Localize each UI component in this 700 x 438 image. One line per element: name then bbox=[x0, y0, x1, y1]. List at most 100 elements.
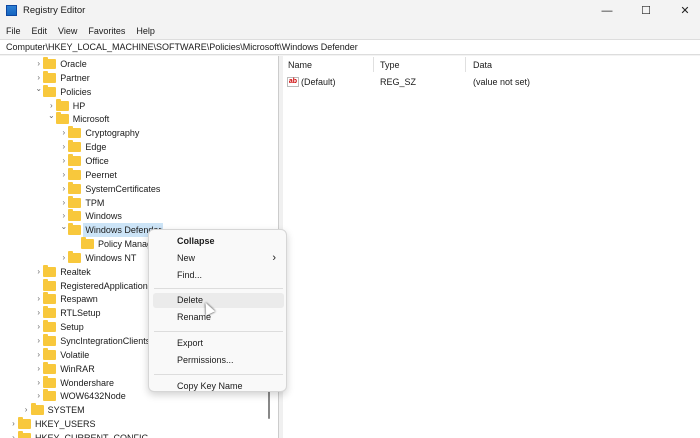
folder-icon bbox=[68, 223, 82, 236]
folder-icon bbox=[43, 347, 57, 360]
tree-item[interactable]: › SystemCertificates bbox=[0, 181, 268, 196]
folder-icon bbox=[68, 126, 82, 139]
chevron-right-icon[interactable]: › bbox=[34, 320, 43, 334]
chevron-right-icon[interactable]: › bbox=[59, 140, 68, 154]
tree-item-label: Windows bbox=[85, 211, 122, 222]
menu-separator bbox=[154, 373, 283, 375]
close-button[interactable]: ✕ bbox=[675, 3, 695, 19]
chevron-right-icon[interactable]: › bbox=[34, 348, 43, 362]
chevron-right-icon[interactable]: › bbox=[34, 389, 43, 403]
tree-item-label: Wondershare bbox=[60, 377, 115, 388]
tree-item-label: HKEY_USERS bbox=[35, 419, 96, 430]
tree-item[interactable]: ⌄ Microsoft bbox=[0, 109, 268, 126]
folder-icon bbox=[43, 320, 57, 333]
value-type: REG_SZ bbox=[380, 77, 417, 87]
chevron-right-icon[interactable]: › bbox=[59, 196, 68, 210]
tree-item-label: WinRAR bbox=[60, 363, 95, 374]
chevron-down-icon[interactable]: ⌄ bbox=[34, 82, 43, 96]
tree-item[interactable]: › Office bbox=[0, 153, 268, 168]
chevron-right-icon[interactable]: › bbox=[59, 182, 68, 196]
chevron-right-icon: › bbox=[272, 251, 276, 264]
tree-item-label: Setup bbox=[60, 322, 84, 333]
menu-view[interactable]: View bbox=[52, 24, 82, 38]
tree-item-label: Realtek bbox=[60, 266, 91, 277]
menu-item-export[interactable]: Export bbox=[153, 336, 284, 351]
menu-separator bbox=[154, 288, 283, 290]
menu-item-collapse[interactable]: Collapse bbox=[153, 234, 284, 249]
chevron-right-icon[interactable]: › bbox=[59, 168, 68, 182]
tree-item-label: RegisteredApplications bbox=[60, 280, 153, 291]
folder-icon bbox=[43, 375, 57, 388]
tree-item-label: Respawn bbox=[60, 294, 98, 305]
column-data[interactable]: Data bbox=[473, 60, 492, 70]
menu-item-copy-key-name[interactable]: Copy Key Name bbox=[153, 379, 284, 394]
folder-icon bbox=[68, 167, 82, 180]
chevron-down-icon[interactable]: ⌄ bbox=[47, 109, 56, 123]
chevron-right-icon[interactable]: › bbox=[34, 265, 43, 279]
menu-item-rename[interactable]: Rename bbox=[153, 310, 284, 325]
value-name[interactable]: (Default) bbox=[301, 77, 336, 87]
column-type[interactable]: Type bbox=[380, 60, 400, 70]
tree-item-label: RTLSetup bbox=[60, 308, 101, 319]
tree-scrollbar[interactable] bbox=[268, 391, 270, 419]
folder-icon bbox=[43, 361, 57, 374]
chevron-right-icon[interactable]: › bbox=[34, 334, 43, 348]
chevron-right-icon[interactable]: › bbox=[59, 126, 68, 140]
value-list[interactable]: Name Type Data ab (Default) REG_SZ (valu… bbox=[283, 56, 700, 438]
address-bar[interactable]: Computer\HKEY_LOCAL_MACHINE\SOFTWARE\Pol… bbox=[0, 39, 700, 55]
tree-item[interactable]: ⌄ Policies bbox=[0, 82, 268, 99]
chevron-right-icon[interactable]: › bbox=[9, 417, 18, 431]
menu-item-find[interactable]: Find... bbox=[153, 268, 284, 283]
menu-item-label: Copy Key Name bbox=[177, 380, 243, 391]
tree-item[interactable]: › Windows bbox=[0, 209, 268, 223]
chevron-right-icon[interactable]: › bbox=[9, 431, 18, 438]
minimize-button[interactable]: — bbox=[597, 3, 617, 19]
tree-item[interactable]: › SYSTEM bbox=[0, 403, 268, 417]
menu-file[interactable]: File bbox=[0, 24, 26, 38]
tree-item[interactable]: › Peernet bbox=[0, 167, 268, 182]
value-data: (value not set) bbox=[473, 77, 531, 87]
string-value-icon: ab bbox=[287, 77, 299, 87]
menu-item-permissions[interactable]: Permissions... bbox=[153, 353, 284, 368]
tree-item-label: Office bbox=[85, 155, 109, 166]
chevron-right-icon[interactable]: › bbox=[22, 403, 31, 417]
tree-item[interactable]: › Cryptography bbox=[0, 126, 268, 140]
menu-edit[interactable]: Edit bbox=[26, 24, 53, 38]
tree-item-label: Edge bbox=[85, 142, 107, 153]
folder-icon bbox=[68, 181, 82, 194]
tree-item-label: Partner bbox=[60, 72, 90, 83]
menu-help[interactable]: Help bbox=[130, 24, 160, 38]
tree-item-label: TPM bbox=[85, 197, 105, 208]
menu-item-label: Collapse bbox=[177, 236, 215, 246]
folder-icon bbox=[68, 153, 82, 166]
chevron-right-icon[interactable]: › bbox=[34, 376, 43, 390]
chevron-right-icon[interactable]: › bbox=[34, 57, 43, 71]
column-divider[interactable] bbox=[373, 57, 374, 72]
folder-icon bbox=[43, 264, 57, 277]
menu-favorites[interactable]: Favorites bbox=[82, 24, 130, 38]
chevron-right-icon[interactable]: › bbox=[34, 362, 43, 376]
column-name[interactable]: Name bbox=[288, 60, 312, 70]
folder-icon bbox=[68, 195, 82, 208]
tree-item[interactable]: › HKEY_CURRENT_CONFIG bbox=[0, 430, 268, 438]
chevron-right-icon[interactable]: › bbox=[34, 292, 43, 306]
tree-item[interactable]: › HP bbox=[0, 98, 268, 113]
tree-item[interactable]: › Oracle bbox=[0, 57, 268, 71]
chevron-right-icon[interactable]: › bbox=[59, 251, 68, 265]
tree-item-label: SYSTEM bbox=[47, 405, 85, 416]
tree-item-label: Windows NT bbox=[85, 252, 137, 263]
maximize-button[interactable]: ☐ bbox=[636, 3, 656, 19]
folder-icon bbox=[55, 112, 69, 125]
folder-icon bbox=[18, 430, 31, 438]
tree-item[interactable]: › HKEY_USERS bbox=[0, 417, 268, 431]
tree-item-label: Volatile bbox=[60, 349, 90, 360]
column-divider[interactable] bbox=[465, 57, 466, 72]
tree-item[interactable]: › TPM bbox=[0, 195, 268, 210]
menu-item-delete[interactable]: Delete bbox=[153, 293, 284, 309]
tree-item[interactable]: › Edge bbox=[0, 140, 268, 154]
chevron-right-icon[interactable]: › bbox=[34, 306, 43, 320]
chevron-down-icon[interactable]: ⌄ bbox=[59, 220, 68, 234]
tree-item-label: SyncIntegrationClients bbox=[60, 336, 151, 346]
menu-item-new[interactable]: New › bbox=[153, 251, 284, 266]
chevron-right-icon[interactable]: › bbox=[59, 154, 68, 168]
